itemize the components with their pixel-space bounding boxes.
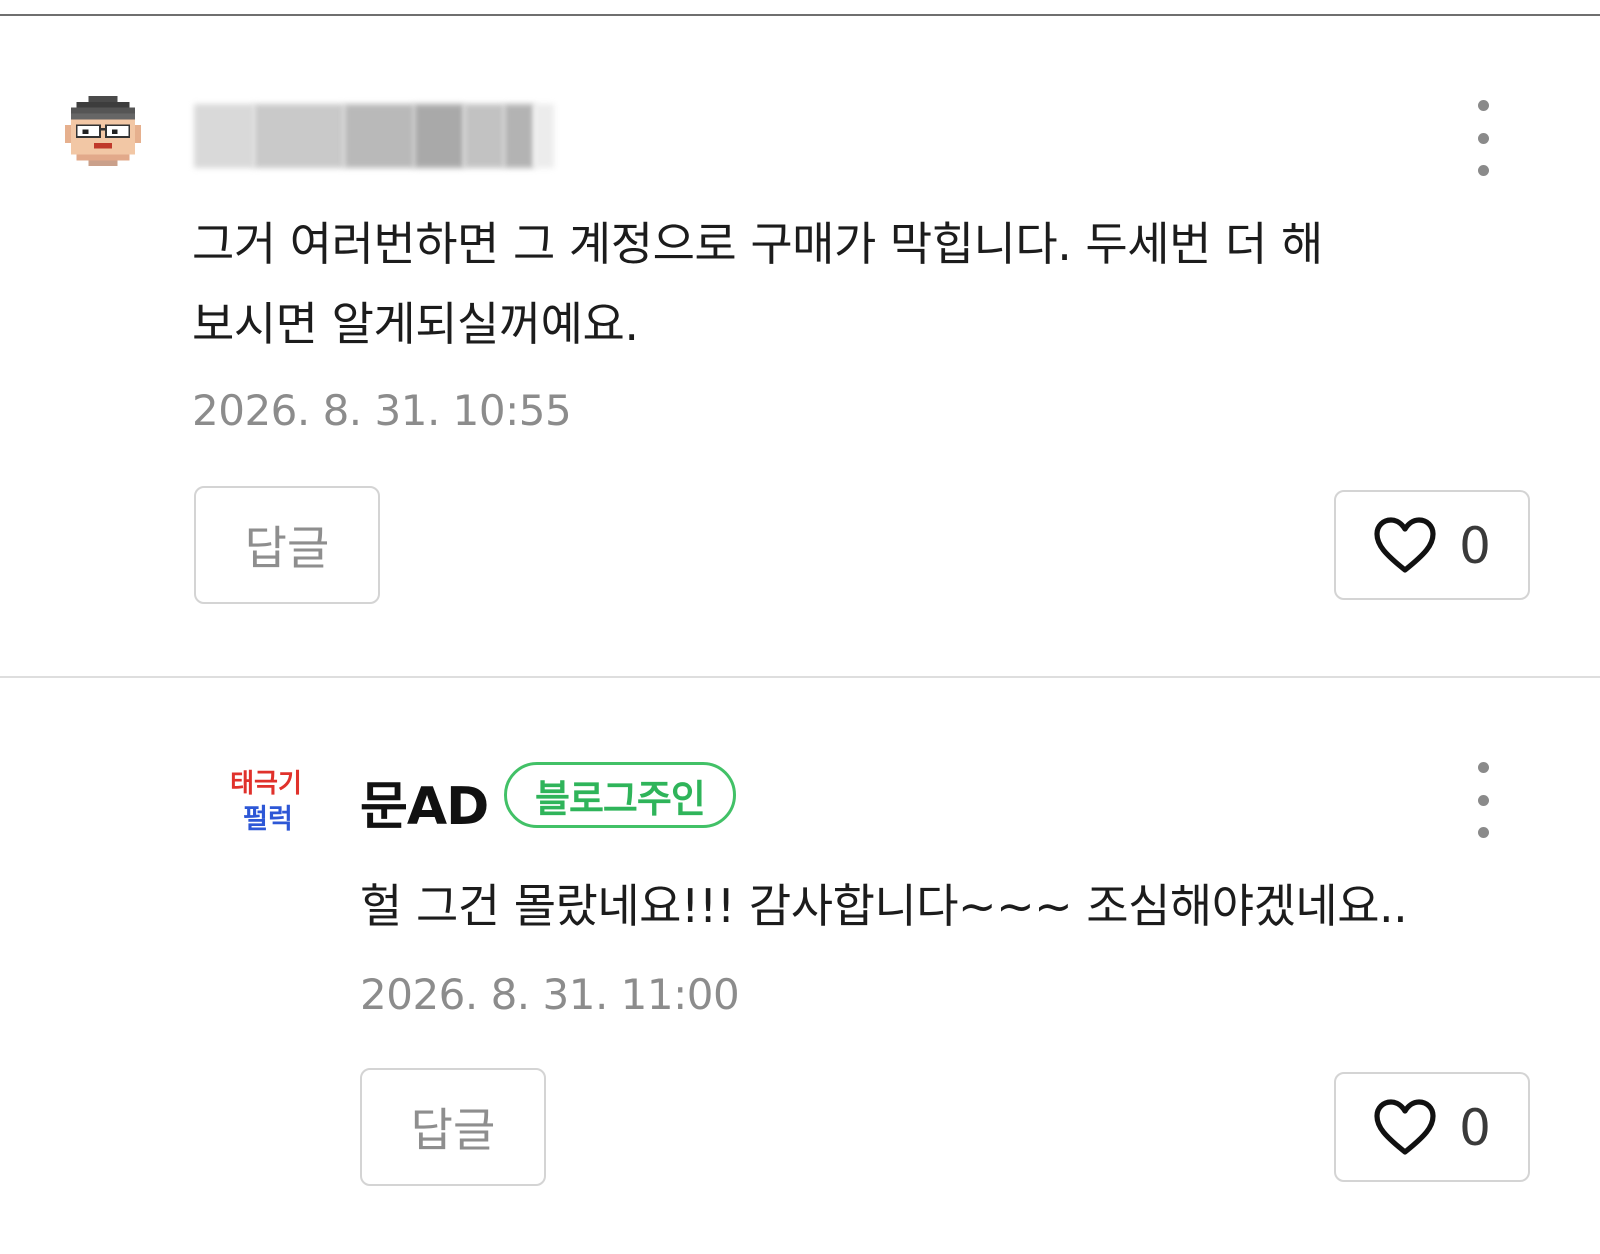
like-count: 0 <box>1459 1099 1491 1157</box>
heart-icon <box>1374 1099 1436 1155</box>
heart-icon <box>1374 517 1436 573</box>
like-count: 0 <box>1459 517 1491 575</box>
reply-button[interactable]: 답글 <box>360 1068 546 1186</box>
reply-button[interactable]: 답글 <box>194 486 380 604</box>
pixel-person-avatar-icon[interactable] <box>64 96 142 172</box>
comment-text: 헐 그건 몰랐네요!!! 감사합니다~~~ 조심해야겠네요.. <box>360 879 1408 933</box>
more-options-icon[interactable] <box>1468 100 1498 176</box>
author-name-blurred <box>194 104 554 168</box>
comment-divider <box>0 676 1600 678</box>
comment-item: 그거 여러번하면 그 계정으로 구매가 막힙니다. 두세번 더 해 보시면 알게… <box>0 0 1600 678</box>
avatar[interactable]: 태극기 펄럭 <box>228 762 310 844</box>
like-button[interactable]: 0 <box>1334 490 1530 600</box>
comment-timestamp: 2026. 8. 31. 10:55 <box>192 386 572 435</box>
svg-text:태극기: 태극기 <box>230 769 302 799</box>
comment-timestamp: 2026. 8. 31. 11:00 <box>360 970 740 1019</box>
blog-owner-badge: 블로그주인 <box>504 762 736 828</box>
svg-text:펄럭: 펄럭 <box>243 804 293 835</box>
author-name[interactable]: 문AD <box>360 764 489 839</box>
comment-text: 그거 여러번하면 그 계정으로 구매가 막힙니다. 두세번 더 해 보시면 알게… <box>192 217 1323 351</box>
like-button[interactable]: 0 <box>1334 1072 1530 1182</box>
more-options-icon[interactable] <box>1468 762 1498 838</box>
